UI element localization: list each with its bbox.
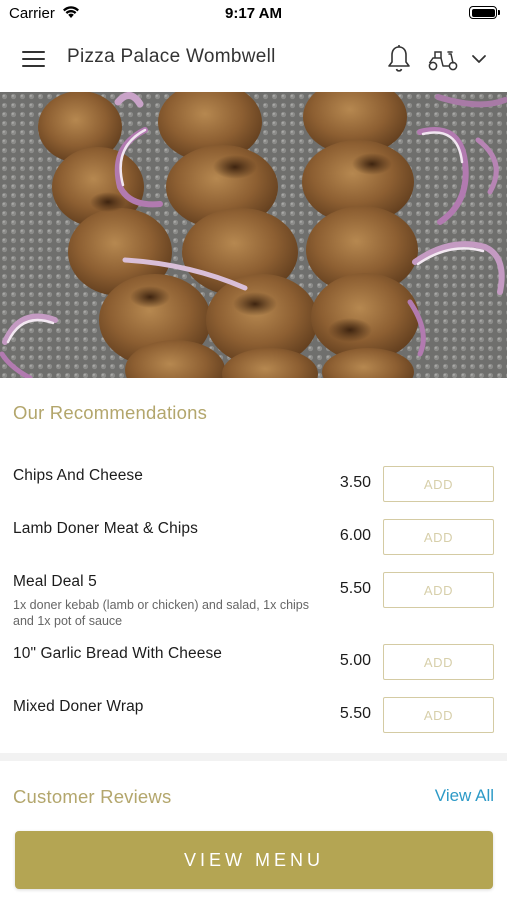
add-button[interactable]: ADD (383, 697, 494, 733)
item-price: 6.00 (339, 527, 371, 544)
kebab-photo (0, 92, 507, 378)
item-price: 3.50 (339, 474, 371, 491)
view-menu-button[interactable]: VIEW MENU (15, 831, 493, 889)
menu-icon[interactable] (22, 50, 46, 68)
battery-icon (469, 6, 500, 19)
hero-image (0, 92, 507, 378)
clock: 9:17 AM (225, 5, 282, 22)
item-price: 5.50 (339, 705, 371, 722)
item-name: Mixed Doner Wrap (13, 698, 144, 715)
reviews-title: Customer Reviews (13, 786, 172, 807)
recommendations-title: Our Recommendations (13, 402, 208, 423)
item-name: Lamb Doner Meat & Chips (13, 520, 198, 537)
view-all-link[interactable]: View All (435, 786, 494, 806)
section-divider (0, 753, 507, 761)
add-button[interactable]: ADD (383, 644, 494, 680)
add-button[interactable]: ADD (383, 572, 494, 608)
item-name: Meal Deal 5 (13, 573, 97, 590)
scooter-icon[interactable] (427, 46, 459, 72)
item-price: 5.00 (339, 652, 371, 669)
item-name: Chips And Cheese (13, 467, 143, 484)
add-button[interactable]: ADD (383, 466, 494, 502)
page-title: Pizza Palace Wombwell (67, 46, 276, 67)
bell-icon[interactable] (386, 44, 412, 74)
status-bar: Carrier 9:17 AM (0, 0, 507, 26)
item-price: 5.50 (339, 580, 371, 597)
item-name: 10" Garlic Bread With Cheese (13, 645, 223, 662)
add-button[interactable]: ADD (383, 519, 494, 555)
item-description: 1x doner kebab (lamb or chicken) and sal… (13, 598, 309, 628)
chevron-down-icon[interactable] (470, 50, 488, 68)
nav-bar: Pizza Palace Wombwell (0, 26, 507, 92)
